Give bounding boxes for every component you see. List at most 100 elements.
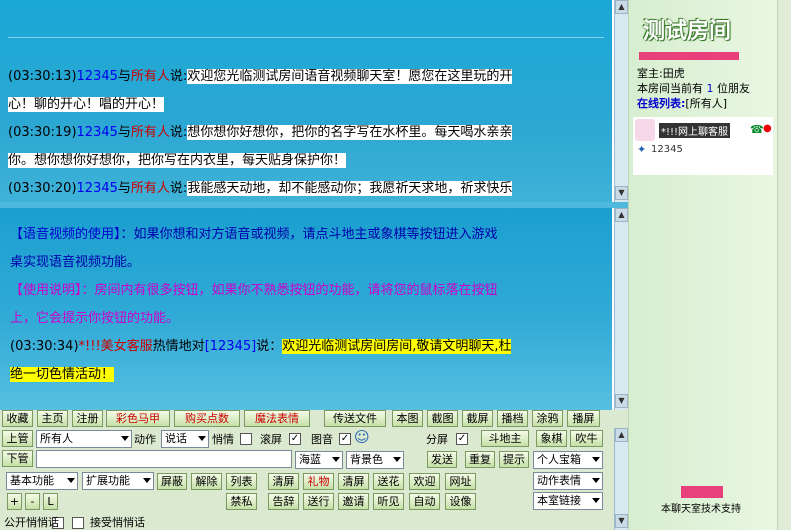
scroll-up-icon[interactable]: ▲ (615, 208, 628, 222)
sender-link[interactable]: 12345 (77, 181, 118, 196)
doodle-button[interactable]: 涂鸦 (532, 410, 563, 427)
toolbar-scrollbar[interactable]: ▲ ▼ (614, 428, 628, 530)
unblock-button[interactable]: 解除 (191, 473, 222, 490)
help-text: ：如果你想和对方语音或视频，请点斗地主或象棋等按钮进入游戏 (120, 227, 498, 242)
scroll-up-icon[interactable]: ▲ (615, 428, 628, 442)
block-button[interactable]: 屏蔽 (157, 473, 187, 490)
url-button[interactable]: 网址 (445, 473, 476, 490)
capture-screen-button[interactable]: 截屏 (462, 410, 493, 427)
favorite-button[interactable]: 收藏 (2, 410, 33, 427)
tip-button[interactable]: 提示 (499, 451, 529, 468)
farewell-button[interactable]: 告辞 (268, 493, 299, 510)
see-off-button[interactable]: 送行 (303, 493, 334, 510)
register-button[interactable]: 注册 (72, 410, 103, 427)
play-file-button[interactable]: 播档 (497, 410, 528, 427)
auto-button[interactable]: 自动 (409, 493, 440, 510)
this-image-button[interactable]: 本图 (392, 410, 423, 427)
screenshot-button[interactable]: 截图 (427, 410, 458, 427)
scroll-down-icon[interactable]: ▼ (615, 514, 628, 528)
bluff-button[interactable]: 吹牛 (570, 430, 603, 447)
scroll-down-icon[interactable]: ▼ (615, 394, 628, 408)
connector: 热情地对 (152, 339, 205, 354)
chat-line: 你。想你想你好想你，把你写在内衣里，每天贴身保护你！ (8, 147, 604, 175)
personal-box-select[interactable]: 个人宝箱 (533, 451, 603, 469)
magic-emote-button[interactable]: 魔法表情 (244, 410, 310, 427)
scroll-track[interactable] (615, 222, 628, 394)
chat-line: (03:30:19)12345与所有人说:想你想你好想你，把你的名字写在水杯里。… (8, 119, 604, 147)
listen-button[interactable]: 听见 (373, 493, 404, 510)
down-manage-button[interactable]: 下管 (2, 450, 33, 467)
list-item[interactable]: *!!!网上聊客服 (659, 123, 731, 138)
toolbar-area: 收藏 主页 注册 彩色马甲 购买点数 魔法表情 传送文件 本图 截图 截屏 播档… (0, 410, 628, 530)
action-select[interactable]: 说话 (161, 430, 209, 448)
zoom-in-button[interactable]: + (7, 493, 22, 510)
message-text: 我能感天动地，却不能感动你；我愿祈天求地，祈求快乐 (187, 181, 513, 196)
clear-screen-button[interactable]: 清屏 (268, 473, 299, 490)
whisper-checkbox[interactable] (240, 433, 252, 445)
right-scrollbar[interactable] (777, 0, 791, 530)
send-file-button[interactable]: 传送文件 (324, 410, 386, 427)
message-text: 心！聊的开心！唱的开心！ (8, 97, 165, 112)
room-link-select[interactable]: 本室链接 (533, 492, 603, 510)
send-button[interactable]: 发送 (427, 451, 457, 468)
scroll-down-icon[interactable]: ▼ (615, 186, 628, 200)
invite-button[interactable]: 邀请 (338, 493, 369, 510)
no-private-button[interactable]: 禁私 (226, 493, 257, 510)
public-chat-scrollbar[interactable]: ▲ ▼ (614, 0, 628, 202)
gift-button[interactable]: 礼物 (303, 473, 334, 490)
chevron-down-icon (592, 478, 600, 483)
user-list[interactable]: *!!!网上聊客服 ☎ ● ✦ 12345 (633, 117, 773, 175)
scroll-track[interactable] (615, 442, 628, 514)
target-select[interactable]: 所有人 (36, 430, 132, 448)
send-flower-button[interactable]: 送花 (373, 473, 404, 490)
basic-function-value: 基本功能 (10, 474, 54, 487)
online-target[interactable]: [所有人] (685, 97, 727, 110)
divider (8, 37, 604, 38)
private-chat-scrollbar[interactable]: ▲ ▼ (614, 208, 628, 410)
color-select[interactable]: 海蓝 (295, 451, 343, 469)
recipient-link[interactable]: 所有人 (131, 69, 170, 84)
play-screen-button[interactable]: 播屏 (567, 410, 600, 427)
say-label: 说: (169, 125, 188, 140)
sender-link[interactable]: *!!!美女客服 (79, 339, 153, 354)
tech-support-link[interactable]: 本聊天室技术支持 (661, 500, 741, 515)
repeat-button[interactable]: 重复 (465, 451, 495, 468)
l-button[interactable]: L (43, 493, 58, 510)
sender-link[interactable]: 12345 (77, 69, 118, 84)
list-button[interactable]: 列表 (226, 473, 257, 490)
message-input[interactable] (36, 450, 292, 468)
up-manage-button[interactable]: 上管 (2, 430, 33, 447)
room-owner: 室主:田虎 (637, 67, 685, 80)
chess-button[interactable]: 象棋 (536, 430, 567, 447)
smiley-icon[interactable]: ☺ (354, 429, 370, 445)
set-image-button[interactable]: 设像 (445, 493, 476, 510)
recipient-link[interactable]: 所有人 (131, 181, 170, 196)
split-screen-checkbox[interactable]: ✓ (456, 433, 468, 445)
image-sound-checkbox[interactable]: ✓ (339, 433, 351, 445)
color-vest-button[interactable]: 彩色马甲 (106, 410, 170, 427)
chevron-down-icon (393, 457, 401, 462)
list-item[interactable]: 12345 (651, 144, 683, 155)
homepage-button[interactable]: 主页 (37, 410, 68, 427)
connector: 与 (117, 69, 131, 84)
message-text: 你。想你想你好想你，把你写在内衣里，每天贴身保护你！ (8, 153, 347, 168)
say-label: 说: (169, 181, 188, 196)
sender-link[interactable]: 12345 (77, 125, 118, 140)
accept-whisper-checkbox[interactable] (72, 517, 84, 529)
zoom-out-button[interactable]: - (25, 493, 40, 510)
doudizhu-button[interactable]: 斗地主 (481, 430, 529, 447)
scroll-checkbox[interactable]: ✓ (289, 433, 301, 445)
help-text: 桌实现语音视频功能。 (10, 255, 141, 270)
background-select[interactable]: 背景色 (346, 451, 404, 469)
timestamp: (03:30:13) (8, 69, 77, 84)
recipient-link[interactable]: [12345] (205, 339, 257, 354)
buy-points-button[interactable]: 购买点数 (174, 410, 240, 427)
clear-screen-2-button[interactable]: 清屏 (338, 473, 369, 490)
welcome-button[interactable]: 欢迎 (409, 473, 440, 490)
action-emote-select[interactable]: 动作表情 (533, 472, 603, 490)
scroll-track[interactable] (615, 14, 628, 186)
extended-function-select[interactable]: 扩展功能 (82, 472, 154, 490)
basic-function-select[interactable]: 基本功能 (6, 472, 78, 490)
scroll-up-icon[interactable]: ▲ (615, 0, 628, 14)
recipient-link[interactable]: 所有人 (131, 125, 170, 140)
